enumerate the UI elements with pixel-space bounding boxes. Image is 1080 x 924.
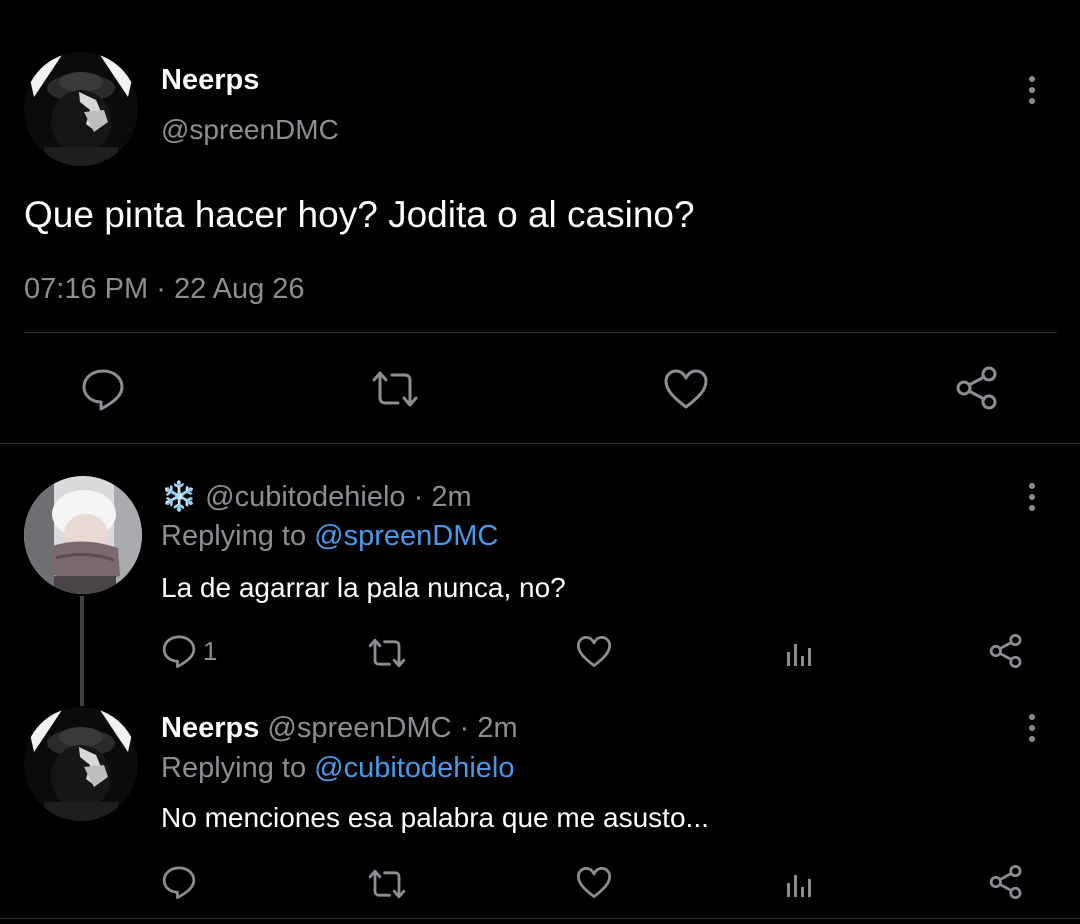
reply-1-replying-to: Replying to @spreenDMC (161, 520, 498, 553)
analytics-bars-icon (787, 644, 811, 666)
retweet-arrows-icon (368, 638, 406, 668)
reply-1-header: ❄️ @cubitodehielo · 2m (161, 480, 472, 514)
main-author-handle[interactable]: @spreenDMC (161, 114, 339, 146)
timestamp-separator: · (156, 273, 166, 305)
avatar-photo-icon (24, 476, 142, 594)
heart-icon (576, 636, 612, 667)
avatar-photo-icon (24, 52, 138, 166)
reply-1-like-button[interactable] (576, 635, 612, 668)
reply-1-avatar[interactable] (24, 476, 142, 594)
speech-bubble-icon (82, 369, 124, 411)
more-dot-icon (1029, 505, 1035, 511)
more-dot-icon (1029, 725, 1035, 731)
replying-to-mention[interactable]: @cubitodehielo (314, 752, 514, 784)
heart-icon (576, 867, 612, 898)
reply-2-text: No menciones esa palabra que me asusto..… (161, 802, 709, 833)
reply-2-header: Neerps @spreenDMC · 2m (161, 712, 518, 745)
more-dot-icon (1029, 483, 1035, 489)
action-bar-divider (0, 443, 1080, 444)
main-tweet-divider (24, 332, 1057, 333)
share-nodes-icon (989, 864, 1022, 900)
more-dot-icon (1029, 736, 1035, 742)
reply-2-share-button[interactable] (988, 863, 1024, 901)
analytics-bars-icon (787, 875, 811, 897)
avatar-photo-icon (24, 707, 138, 821)
replying-to-mention[interactable]: @spreenDMC (314, 520, 498, 552)
reply-1-time-ago: 2m (431, 481, 472, 513)
reply-2-replying-to: Replying to @cubitodehielo (161, 752, 515, 785)
main-author-avatar[interactable] (24, 52, 138, 166)
reply-2-like-button[interactable] (576, 866, 612, 899)
snowflake-emoji: ❄️ (161, 481, 198, 513)
reply-1-timeline-line (80, 596, 84, 706)
reply-1-share-button[interactable] (988, 632, 1024, 670)
reply-2-bottom-divider (0, 918, 1080, 919)
reply-1-text: La de agarrar la pala nunca, no? (161, 572, 566, 603)
replying-to-label: Replying to (161, 752, 307, 784)
reply-1-retweet-button[interactable] (367, 636, 407, 670)
reply-1-time-separator: · (413, 481, 424, 513)
share-nodes-icon (956, 366, 997, 410)
reply-1-reply-button[interactable]: 1 (161, 633, 217, 669)
tweet-time: 07:16 PM (24, 273, 149, 305)
reply-2-author-name[interactable]: Neerps (161, 712, 259, 744)
main-tweet-more-menu[interactable] (1017, 70, 1047, 110)
reply-1-more-menu[interactable] (1017, 477, 1047, 517)
more-dot-icon (1029, 714, 1035, 720)
more-dot-icon (1029, 87, 1035, 93)
main-like-button[interactable] (663, 368, 709, 410)
speech-bubble-icon (162, 866, 196, 900)
reply-1-analytics-button[interactable] (785, 636, 815, 668)
reply-2-analytics-button[interactable] (785, 867, 815, 899)
retweet-arrows-icon (372, 371, 418, 407)
main-tweet-text: Que pinta hacer hoy? Jodita o al casino? (24, 194, 695, 235)
main-retweet-button[interactable] (370, 368, 420, 410)
more-dot-icon (1029, 494, 1035, 500)
share-nodes-icon (989, 633, 1022, 669)
reply-2-retweet-button[interactable] (367, 867, 407, 901)
speech-bubble-icon (162, 635, 196, 669)
reply-2-author-handle[interactable]: @spreenDMC (267, 712, 451, 744)
main-share-button[interactable] (954, 364, 1000, 412)
more-dot-icon (1029, 76, 1035, 82)
main-author-name[interactable]: Neerps (161, 64, 259, 97)
reply-1-author-handle[interactable]: @cubitodehielo (205, 481, 405, 513)
reply-2-more-menu[interactable] (1017, 708, 1047, 748)
heart-icon (664, 369, 708, 409)
main-reply-button[interactable] (80, 366, 126, 412)
reply-1-reply-count: 1 (203, 635, 218, 666)
retweet-arrows-icon (368, 869, 406, 899)
tweet-date: 22 Aug 26 (173, 273, 305, 305)
more-dot-icon (1029, 98, 1035, 104)
replying-to-label: Replying to (161, 520, 307, 552)
reply-2-time-separator: · (459, 712, 470, 744)
reply-2-time-ago: 2m (477, 712, 518, 744)
reply-2-reply-button[interactable] (161, 864, 197, 900)
reply-2-avatar[interactable] (24, 707, 138, 821)
main-tweet-timestamp: 07:16 PM · 22 Aug 26 (24, 273, 305, 306)
